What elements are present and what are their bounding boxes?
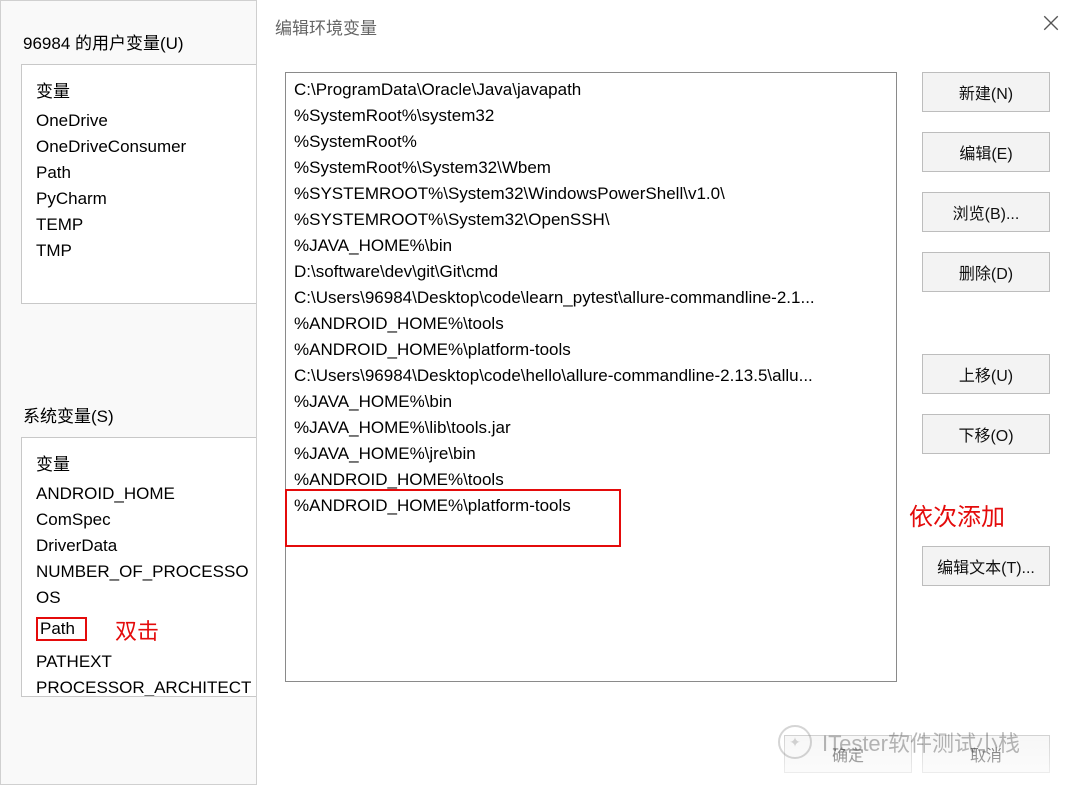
path-entry-row[interactable]: %SystemRoot% — [286, 129, 896, 155]
cancel-button[interactable]: 取消 — [922, 735, 1050, 773]
path-entry-row[interactable]: %JAVA_HOME%\bin — [286, 389, 896, 415]
path-entry-row[interactable]: %ANDROID_HOME%\tools — [286, 311, 896, 337]
new-button[interactable]: 新建(N) — [922, 72, 1050, 112]
path-entry-row[interactable]: %SYSTEMROOT%\System32\OpenSSH\ — [286, 207, 896, 233]
path-entry-row[interactable]: %ANDROID_HOME%\platform-tools — [286, 493, 896, 519]
move-up-button[interactable]: 上移(U) — [922, 354, 1050, 394]
path-entry-row[interactable]: C:\Users\96984\Desktop\code\hello\allure… — [286, 363, 896, 389]
delete-button[interactable]: 删除(D) — [922, 252, 1050, 292]
close-icon[interactable] — [1042, 14, 1060, 32]
edit-text-button[interactable]: 编辑文本(T)... — [922, 546, 1050, 586]
dialog-button-column: 新建(N) 编辑(E) 浏览(B)... 删除(D) 上移(U) 下移(O) 编… — [922, 72, 1050, 606]
path-entry-row[interactable]: %SystemRoot%\system32 — [286, 103, 896, 129]
annotation-path-highlight: Path — [36, 617, 87, 641]
path-entry-row[interactable]: %SystemRoot%\System32\Wbem — [286, 155, 896, 181]
path-entry-row[interactable]: C:\Users\96984\Desktop\code\learn_pytest… — [286, 285, 896, 311]
path-entry-row[interactable]: %JAVA_HOME%\lib\tools.jar — [286, 415, 896, 441]
edit-env-var-dialog: 编辑环境变量 C:\ProgramData\Oracle\Java\javapa… — [256, 0, 1080, 785]
edit-button[interactable]: 编辑(E) — [922, 132, 1050, 172]
path-entries-listbox[interactable]: C:\ProgramData\Oracle\Java\javapath%Syst… — [285, 72, 897, 682]
annotation-doubleclick: 双击 — [115, 614, 159, 646]
path-entry-row[interactable]: C:\ProgramData\Oracle\Java\javapath — [286, 77, 896, 103]
path-entry-row[interactable]: %JAVA_HOME%\bin — [286, 233, 896, 259]
path-entry-row[interactable]: D:\software\dev\git\Git\cmd — [286, 259, 896, 285]
move-down-button[interactable]: 下移(O) — [922, 414, 1050, 454]
path-entry-row[interactable]: %ANDROID_HOME%\platform-tools — [286, 337, 896, 363]
path-entry-row[interactable]: %SYSTEMROOT%\System32\WindowsPowerShell\… — [286, 181, 896, 207]
ok-button[interactable]: 确定 — [784, 735, 912, 773]
path-entry-row[interactable]: %ANDROID_HOME%\tools — [286, 467, 896, 493]
browse-button[interactable]: 浏览(B)... — [922, 192, 1050, 232]
path-entry-row[interactable]: %JAVA_HOME%\jre\bin — [286, 441, 896, 467]
dialog-footer: 确定 取消 — [257, 723, 1080, 785]
dialog-title: 编辑环境变量 — [275, 14, 377, 39]
